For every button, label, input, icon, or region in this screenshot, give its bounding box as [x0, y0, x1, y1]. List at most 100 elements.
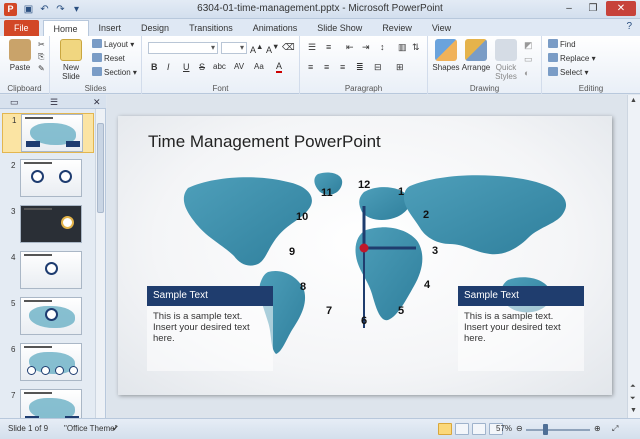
current-slide[interactable]: Time Management PowerPoint 12 1 2 3 4 5 …: [118, 116, 612, 395]
shadow-button[interactable]: abc: [213, 62, 226, 71]
arrange-button[interactable]: Arrange: [461, 39, 491, 72]
thumbnail-textbox: [66, 141, 80, 147]
strikethrough-button[interactable]: S: [199, 62, 205, 72]
minimize-icon[interactable]: –: [558, 1, 580, 16]
prev-slide-icon[interactable]: ⏶: [630, 383, 636, 391]
ribbon-tabs: File Home Insert Design Transitions Anim…: [0, 19, 640, 36]
replace-button[interactable]: Replace ▾: [548, 53, 596, 63]
new-slide-icon: [60, 39, 82, 61]
underline-button[interactable]: U: [183, 62, 190, 72]
change-case-button[interactable]: Aa: [254, 62, 264, 71]
clock-center-pin: [359, 243, 369, 253]
shapes-icon: [435, 39, 457, 61]
line-spacing-icon[interactable]: ↕: [380, 42, 385, 52]
spellcheck-icon[interactable]: ✔: [112, 424, 119, 433]
justify-icon[interactable]: ≣: [356, 62, 364, 73]
slide-title[interactable]: Time Management PowerPoint: [148, 132, 381, 152]
panel-scroll-thumb[interactable]: [97, 123, 104, 213]
scroll-up-icon[interactable]: ▲: [630, 97, 637, 104]
close-icon[interactable]: ✕: [606, 1, 636, 16]
right-sample-textbox[interactable]: Sample Text This is a sample text. Inser…: [458, 286, 584, 371]
zoom-level[interactable]: 57%: [496, 424, 512, 433]
tab-slide-show[interactable]: Slide Show: [307, 20, 372, 36]
outline-tab-icon[interactable]: ☰: [50, 97, 58, 108]
increase-indent-icon[interactable]: ⇥: [362, 42, 370, 53]
tab-insert[interactable]: Insert: [89, 20, 132, 36]
tab-view[interactable]: View: [422, 20, 461, 36]
quick-styles-button[interactable]: Quick Styles: [492, 39, 520, 81]
slide-sorter-button[interactable]: [455, 423, 469, 435]
align-center-icon[interactable]: ≡: [324, 62, 329, 72]
editor-scrollbar[interactable]: ▲ ⏶ ⏷ ▼: [627, 95, 640, 418]
slide-thumbnail-number: 6: [11, 345, 16, 354]
bullets-icon[interactable]: ☰: [308, 42, 316, 53]
numbering-icon[interactable]: ≡: [326, 42, 331, 52]
italic-button[interactable]: I: [167, 62, 170, 72]
font-name-combo[interactable]: [148, 42, 218, 54]
format-painter-icon[interactable]: ✎: [38, 64, 45, 73]
grow-font-icon[interactable]: A▲: [250, 42, 263, 55]
slide-thumbnail-4[interactable]: 4: [2, 251, 94, 291]
slide-thumbnail-3[interactable]: 3: [2, 205, 94, 245]
copy-icon[interactable]: ⎘: [38, 52, 44, 62]
reset-button[interactable]: Reset: [92, 53, 125, 63]
section-button[interactable]: Section ▾: [92, 67, 137, 77]
shape-outline-icon[interactable]: ▭: [524, 54, 533, 65]
paragraph-label: Paragraph: [344, 84, 383, 93]
find-icon: [548, 39, 558, 48]
shape-fill-icon[interactable]: ◩: [524, 40, 533, 51]
char-spacing-button[interactable]: AV: [234, 62, 244, 71]
zoom-slider[interactable]: [526, 429, 590, 431]
layout-button[interactable]: Layout ▾: [92, 39, 134, 49]
find-button[interactable]: Find: [548, 39, 576, 49]
bold-button[interactable]: B: [151, 62, 158, 72]
paste-button[interactable]: Paste: [6, 39, 34, 72]
scroll-down-icon[interactable]: ▼: [630, 407, 637, 414]
zoom-out-icon[interactable]: ⊖: [516, 424, 523, 433]
align-left-icon[interactable]: ≡: [308, 62, 313, 72]
shrink-font-icon[interactable]: A▼: [266, 42, 279, 55]
fit-to-window-icon[interactable]: ⤢: [612, 424, 618, 434]
font-color-button[interactable]: A: [276, 62, 283, 73]
zoom-slider-handle[interactable]: [543, 424, 548, 435]
slide-thumbnail-image: [20, 297, 82, 335]
tab-file[interactable]: File: [4, 20, 39, 36]
help-icon[interactable]: ?: [626, 21, 632, 32]
text-direction-icon[interactable]: ⇅: [412, 42, 420, 53]
close-panel-icon[interactable]: ✕: [93, 97, 101, 108]
font-size-combo[interactable]: [221, 42, 247, 54]
slides-tab-icon[interactable]: ▭: [10, 97, 19, 108]
tab-home[interactable]: Home: [42, 20, 89, 36]
normal-view-button[interactable]: [438, 423, 452, 435]
decrease-indent-icon[interactable]: ⇤: [346, 42, 354, 53]
next-slide-icon[interactable]: ⏷: [630, 395, 636, 403]
panel-scrollbar[interactable]: [95, 109, 105, 418]
zoom-in-icon[interactable]: ⊕: [594, 424, 601, 433]
slide-thumbnail-6[interactable]: 6: [2, 343, 94, 383]
shape-effects-icon[interactable]: ◐: [524, 68, 529, 78]
slide-thumbnail-5[interactable]: 5: [2, 297, 94, 337]
cut-icon[interactable]: ✂: [38, 40, 45, 49]
section-icon: [92, 67, 102, 76]
align-text-icon[interactable]: ⊟: [374, 62, 382, 73]
tab-transitions[interactable]: Transitions: [179, 20, 243, 36]
tab-design[interactable]: Design: [131, 20, 179, 36]
slide-thumbnail-2[interactable]: 2: [2, 159, 94, 199]
editing-label: Editing: [578, 84, 604, 93]
left-sample-textbox[interactable]: Sample Text This is a sample text. Inser…: [147, 286, 273, 371]
smartart-icon[interactable]: ⊞: [396, 62, 404, 73]
select-button[interactable]: Select ▾: [548, 67, 588, 77]
new-slide-button[interactable]: New Slide: [54, 39, 88, 81]
tab-animations[interactable]: Animations: [243, 20, 308, 36]
clear-format-icon[interactable]: ⌫: [282, 42, 295, 53]
maximize-icon[interactable]: ❐: [582, 1, 604, 16]
shapes-button[interactable]: Shapes: [432, 39, 460, 72]
align-right-icon[interactable]: ≡: [340, 62, 345, 72]
tab-review[interactable]: Review: [372, 20, 422, 36]
reading-view-button[interactable]: [472, 423, 486, 435]
status-bar: Slide 1 of 9 "Office Theme" ✔ 57% ⊖ ⊕ ⤢: [0, 418, 640, 439]
columns-icon[interactable]: ▥: [398, 42, 407, 53]
slide-thumbnail-1[interactable]: 1: [2, 113, 94, 153]
font-label: Font: [212, 84, 229, 93]
clock-number-11: 11: [321, 187, 333, 199]
